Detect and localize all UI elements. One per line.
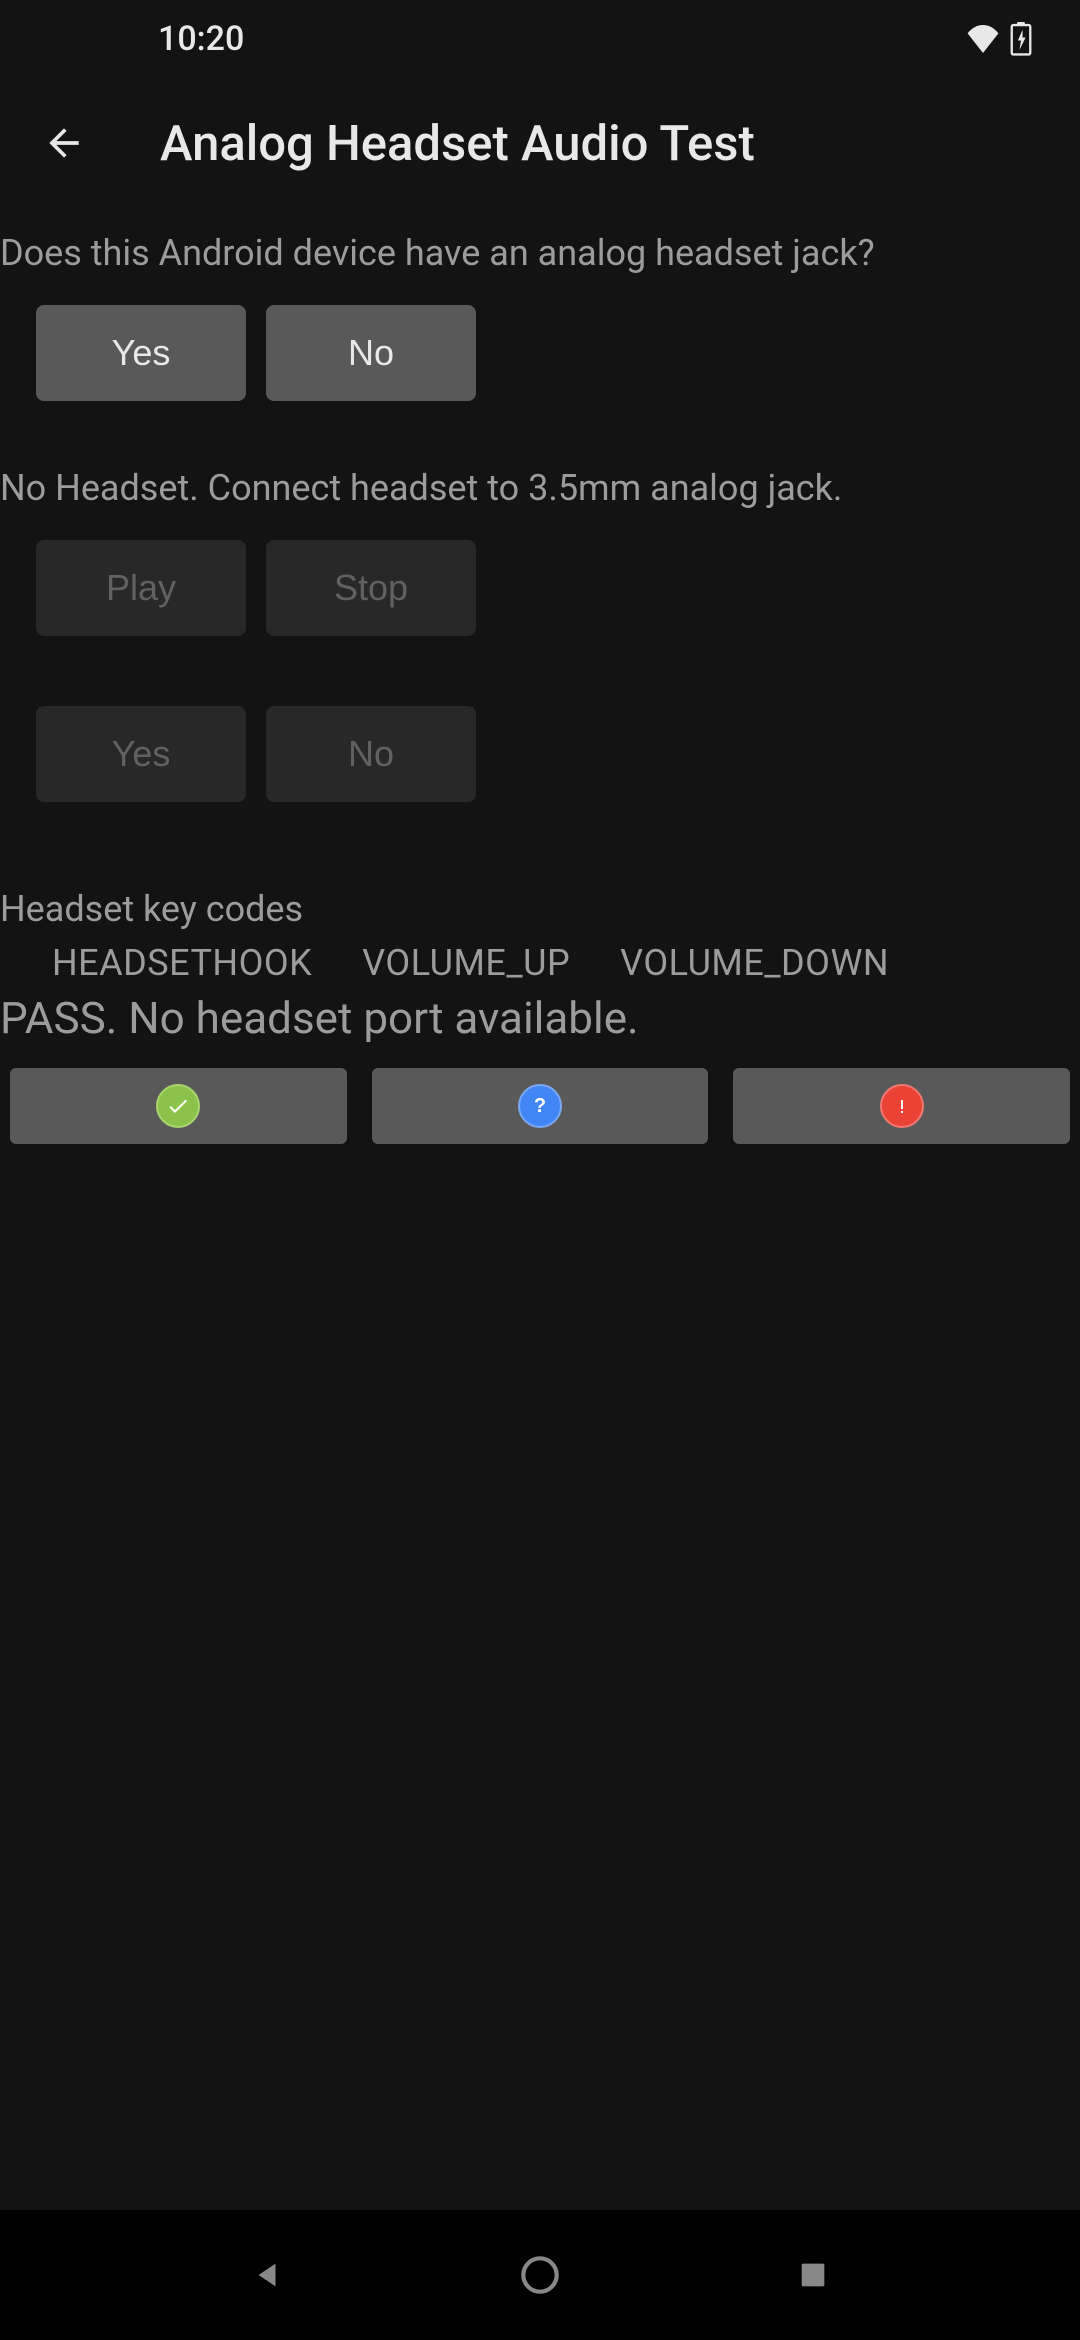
playback-buttons: Play Stop	[0, 512, 1080, 664]
keycode-headsethook: HEADSETHOOK	[52, 942, 312, 984]
check-icon	[156, 1084, 200, 1128]
status-bar: 10:20	[0, 0, 1080, 78]
status-time: 10:20	[158, 19, 244, 59]
pass-button[interactable]	[10, 1068, 347, 1144]
nav-home-icon	[520, 2255, 560, 2295]
alert-icon	[880, 1084, 924, 1128]
nav-recent-icon	[796, 2258, 830, 2292]
nav-home-button[interactable]	[515, 2250, 565, 2300]
navigation-bar	[0, 2210, 1080, 2340]
svg-text:?: ?	[534, 1095, 546, 1117]
fail-button[interactable]	[733, 1068, 1070, 1144]
keycode-volume-down: VOLUME_DOWN	[620, 942, 889, 984]
pass-message: PASS. No headset port available.	[0, 984, 1080, 1044]
arrow-back-icon	[42, 121, 86, 165]
keycode-volume-up: VOLUME_UP	[362, 942, 570, 984]
play-button: Play	[36, 540, 246, 636]
question-icon: ?	[518, 1084, 562, 1128]
page-title: Analog Headset Audio Test	[160, 115, 755, 172]
nav-recent-button[interactable]	[788, 2250, 838, 2300]
no-button[interactable]: No	[266, 305, 476, 401]
status-icons	[966, 22, 1032, 56]
action-buttons-row: ?	[0, 1044, 1080, 1168]
headset-status-text: No Headset. Connect headset to 3.5mm ana…	[0, 429, 1080, 512]
stop-button: Stop	[266, 540, 476, 636]
question-text: Does this Android device have an analog …	[0, 208, 1080, 277]
app-bar: Analog Headset Audio Test	[0, 78, 1080, 208]
back-button[interactable]	[42, 121, 86, 165]
yes-confirm-button: Yes	[36, 706, 246, 802]
info-button[interactable]: ?	[372, 1068, 709, 1144]
wifi-icon	[966, 25, 1000, 53]
confirm-buttons: Yes No	[0, 664, 1080, 830]
jack-question-buttons: Yes No	[0, 277, 1080, 429]
no-confirm-button: No	[266, 706, 476, 802]
content: Does this Android device have an analog …	[0, 208, 1080, 1168]
nav-back-icon	[250, 2255, 284, 2295]
nav-back-button[interactable]	[242, 2250, 292, 2300]
yes-button[interactable]: Yes	[36, 305, 246, 401]
keycodes-header: Headset key codes	[0, 830, 1080, 930]
keycodes-row: HEADSETHOOK VOLUME_UP VOLUME_DOWN	[0, 930, 1080, 984]
battery-charging-icon	[1010, 22, 1032, 56]
